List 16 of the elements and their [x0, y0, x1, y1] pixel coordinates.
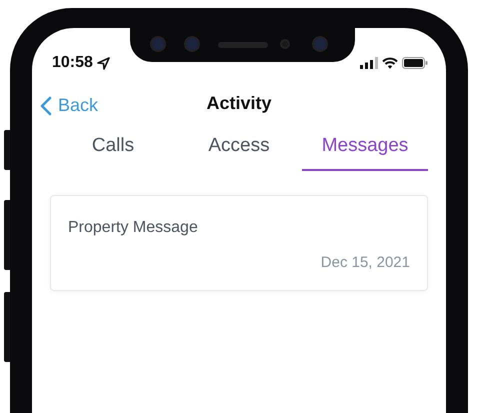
status-time: 10:58 [52, 53, 93, 73]
wifi-icon [382, 57, 398, 69]
tab[interactable]: Access [176, 126, 302, 170]
tab[interactable]: Calls [50, 126, 176, 170]
chevron-left-icon [40, 96, 52, 116]
camera-icon [184, 36, 200, 52]
signal-icon [360, 57, 378, 69]
camera-icon [150, 36, 166, 52]
battery-icon [402, 57, 428, 69]
location-arrow-icon [96, 56, 110, 70]
camera-icon [312, 36, 328, 52]
message-card[interactable]: Property Message Dec 15, 2021 [50, 194, 428, 291]
message-date: Dec 15, 2021 [320, 252, 410, 272]
page-title: Activity [206, 92, 272, 115]
message-title: Property Message [68, 218, 199, 238]
tab[interactable]: Messages [302, 126, 428, 170]
